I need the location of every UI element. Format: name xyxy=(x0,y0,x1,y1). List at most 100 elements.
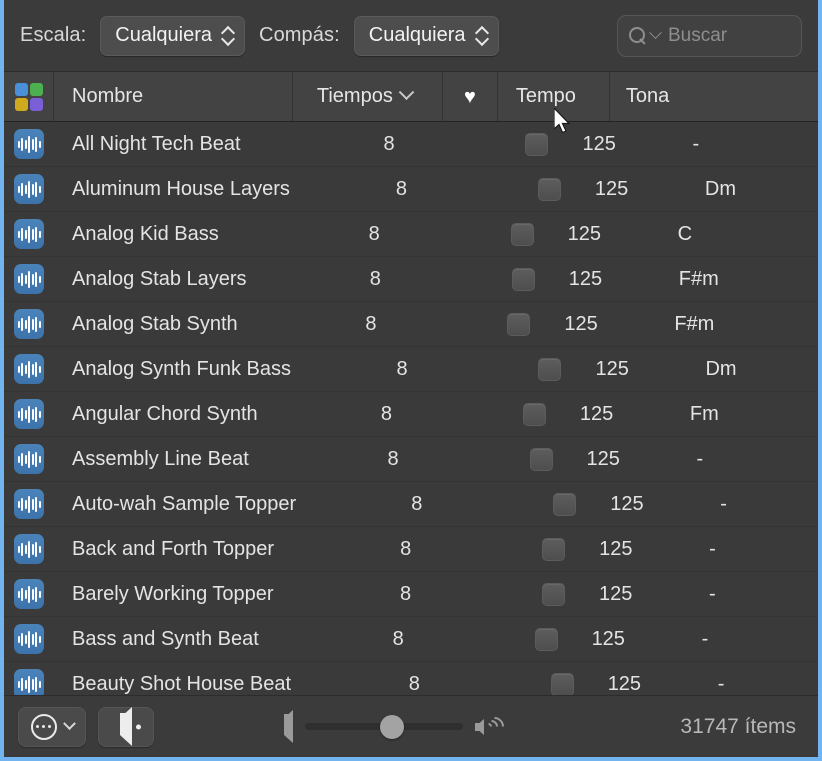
loop-row[interactable]: Analog Stab Layers 8 125 F#m xyxy=(4,257,818,302)
loop-row-beats: 8 xyxy=(392,627,404,650)
favorite-checkbox[interactable] xyxy=(542,537,566,561)
search-input[interactable]: Buscar xyxy=(617,14,802,57)
loop-row-favorite-cell[interactable] xyxy=(491,302,546,346)
loop-row[interactable]: Back and Forth Topper 8 125 - xyxy=(4,527,818,572)
loop-row[interactable]: Barely Working Topper 8 125 - xyxy=(4,572,818,617)
scale-popup-button[interactable]: Cualquiera xyxy=(100,15,246,56)
favorite-heart-icon: ♥ xyxy=(463,85,476,108)
loop-row-icon-cell[interactable] xyxy=(4,302,54,346)
favorite-checkbox[interactable] xyxy=(550,672,574,695)
loop-row-favorite-cell[interactable] xyxy=(522,167,577,211)
loop-row-favorite-cell[interactable] xyxy=(495,212,550,256)
loop-row-favorite-cell[interactable] xyxy=(526,527,581,571)
loop-row-name: Assembly Line Beat xyxy=(72,447,249,470)
loop-row-favorite-cell[interactable] xyxy=(514,437,569,481)
action-menu-button[interactable] xyxy=(18,706,86,747)
volume-slider[interactable] xyxy=(305,714,463,739)
favorite-checkbox[interactable] xyxy=(538,357,562,381)
loop-row-tempo: 125 xyxy=(579,402,614,425)
loop-row[interactable]: All Night Tech Beat 8 125 - xyxy=(4,122,818,167)
loop-row-favorite-cell[interactable] xyxy=(537,482,592,526)
loop-row-key: Fm xyxy=(689,402,719,425)
loop-row-favorite-cell[interactable] xyxy=(519,617,574,661)
chevron-up-down-icon xyxy=(222,25,235,47)
chevron-down-icon[interactable] xyxy=(649,26,662,40)
search-icon xyxy=(628,26,647,45)
loop-row-icon-cell[interactable] xyxy=(4,572,54,616)
column-header-tempo[interactable]: Tempo xyxy=(498,72,610,121)
loop-row-tempo: 125 xyxy=(567,222,602,245)
favorite-checkbox[interactable] xyxy=(525,132,549,156)
loop-row-icon-cell[interactable] xyxy=(4,347,54,391)
loop-row-tempo: 125 xyxy=(607,672,642,695)
column-header-name[interactable]: Nombre xyxy=(54,72,293,121)
loop-row-icon-cell[interactable] xyxy=(4,482,54,526)
favorite-checkbox[interactable] xyxy=(522,402,546,426)
chevron-up-down-icon xyxy=(476,25,489,47)
audio-loop-icon xyxy=(14,489,44,519)
loop-row[interactable]: Aluminum House Layers 8 125 Dm xyxy=(4,167,818,212)
loop-row[interactable]: Analog Synth Funk Bass 8 125 Dm xyxy=(4,347,818,392)
loop-row-key: - xyxy=(696,447,704,470)
item-count-label: 31747 ítems xyxy=(680,714,796,738)
loop-row-icon-cell[interactable] xyxy=(4,212,54,256)
loop-row[interactable]: Analog Kid Bass 8 125 C xyxy=(4,212,818,257)
volume-slider-thumb[interactable] xyxy=(379,714,404,739)
column-header-name-label: Nombre xyxy=(72,85,144,107)
meter-popup-button[interactable]: Cualquiera xyxy=(353,15,499,56)
favorite-checkbox[interactable] xyxy=(541,582,565,606)
loop-row[interactable]: Analog Stab Synth 8 125 F#m xyxy=(4,302,818,347)
column-header-tempo-label: Tempo xyxy=(515,85,576,107)
column-header-beats[interactable]: Tiempos xyxy=(293,72,443,121)
loop-row-tempo: 125 xyxy=(568,267,603,290)
loop-row[interactable]: Auto-wah Sample Topper 8 125 - xyxy=(4,482,818,527)
loop-row-favorite-cell[interactable] xyxy=(535,662,590,695)
favorite-checkbox[interactable] xyxy=(510,222,534,246)
loop-row-icon-cell[interactable] xyxy=(4,527,54,571)
column-header-key[interactable]: Tona xyxy=(610,72,818,121)
loop-row-favorite-cell[interactable] xyxy=(522,347,577,391)
audio-loop-icon xyxy=(14,669,44,695)
loop-row-icon-cell[interactable] xyxy=(4,617,54,661)
loop-row-favorite-cell[interactable] xyxy=(526,572,581,616)
loop-row-icon-cell[interactable] xyxy=(4,662,54,695)
loop-row[interactable]: Angular Chord Synth 8 125 Fm xyxy=(4,392,818,437)
loop-row-tempo: 125 xyxy=(594,177,629,200)
loop-row-icon-cell[interactable] xyxy=(4,257,54,301)
loop-row-favorite-cell[interactable] xyxy=(496,257,551,301)
loop-row-key: - xyxy=(701,627,709,650)
column-header-favorite[interactable]: ♥ xyxy=(443,72,498,121)
search-placeholder: Buscar xyxy=(668,24,728,46)
loop-row-icon-cell[interactable] xyxy=(4,167,54,211)
favorite-checkbox[interactable] xyxy=(534,627,558,651)
loop-list[interactable]: All Night Tech Beat 8 125 - Aluminum House L… xyxy=(4,122,818,695)
loop-row-favorite-cell[interactable] xyxy=(509,122,564,166)
loop-row[interactable]: Bass and Synth Beat 8 125 - xyxy=(4,617,818,662)
favorite-checkbox[interactable] xyxy=(553,492,577,516)
loop-row-icon-cell[interactable] xyxy=(4,392,54,436)
loop-row[interactable]: Beauty Shot House Beat 8 125 - xyxy=(4,662,818,695)
loop-row[interactable]: Assembly Line Beat 8 125 - xyxy=(4,437,818,482)
favorite-checkbox[interactable] xyxy=(537,177,561,201)
loop-row-icon-cell[interactable] xyxy=(4,122,54,166)
audio-loop-icon xyxy=(14,624,44,654)
favorite-checkbox[interactable] xyxy=(529,447,553,471)
loop-row-beats: 8 xyxy=(365,312,377,335)
loop-row-name: Analog Synth Funk Bass xyxy=(72,357,292,380)
favorite-checkbox[interactable] xyxy=(511,267,535,291)
mute-button[interactable] xyxy=(98,706,154,747)
loop-row-favorite-cell[interactable] xyxy=(507,392,562,436)
bottom-toolbar: 31747 ítems xyxy=(4,695,818,757)
loop-row-name: Aluminum House Layers xyxy=(72,177,290,200)
loop-row-name: Analog Stab Synth xyxy=(72,312,238,335)
loop-row-icon-cell[interactable] xyxy=(4,437,54,481)
speaker-low-icon xyxy=(284,709,293,743)
speaker-high-icon xyxy=(475,712,508,740)
audio-loop-icon xyxy=(14,174,44,204)
favorite-checkbox[interactable] xyxy=(507,312,531,336)
column-header-view-toggle[interactable] xyxy=(4,72,54,121)
loop-row-name: Barely Working Topper xyxy=(72,582,274,605)
loop-row-name: Auto-wah Sample Topper xyxy=(72,492,297,515)
loop-row-key: - xyxy=(717,672,725,695)
audio-loop-icon xyxy=(14,534,44,564)
